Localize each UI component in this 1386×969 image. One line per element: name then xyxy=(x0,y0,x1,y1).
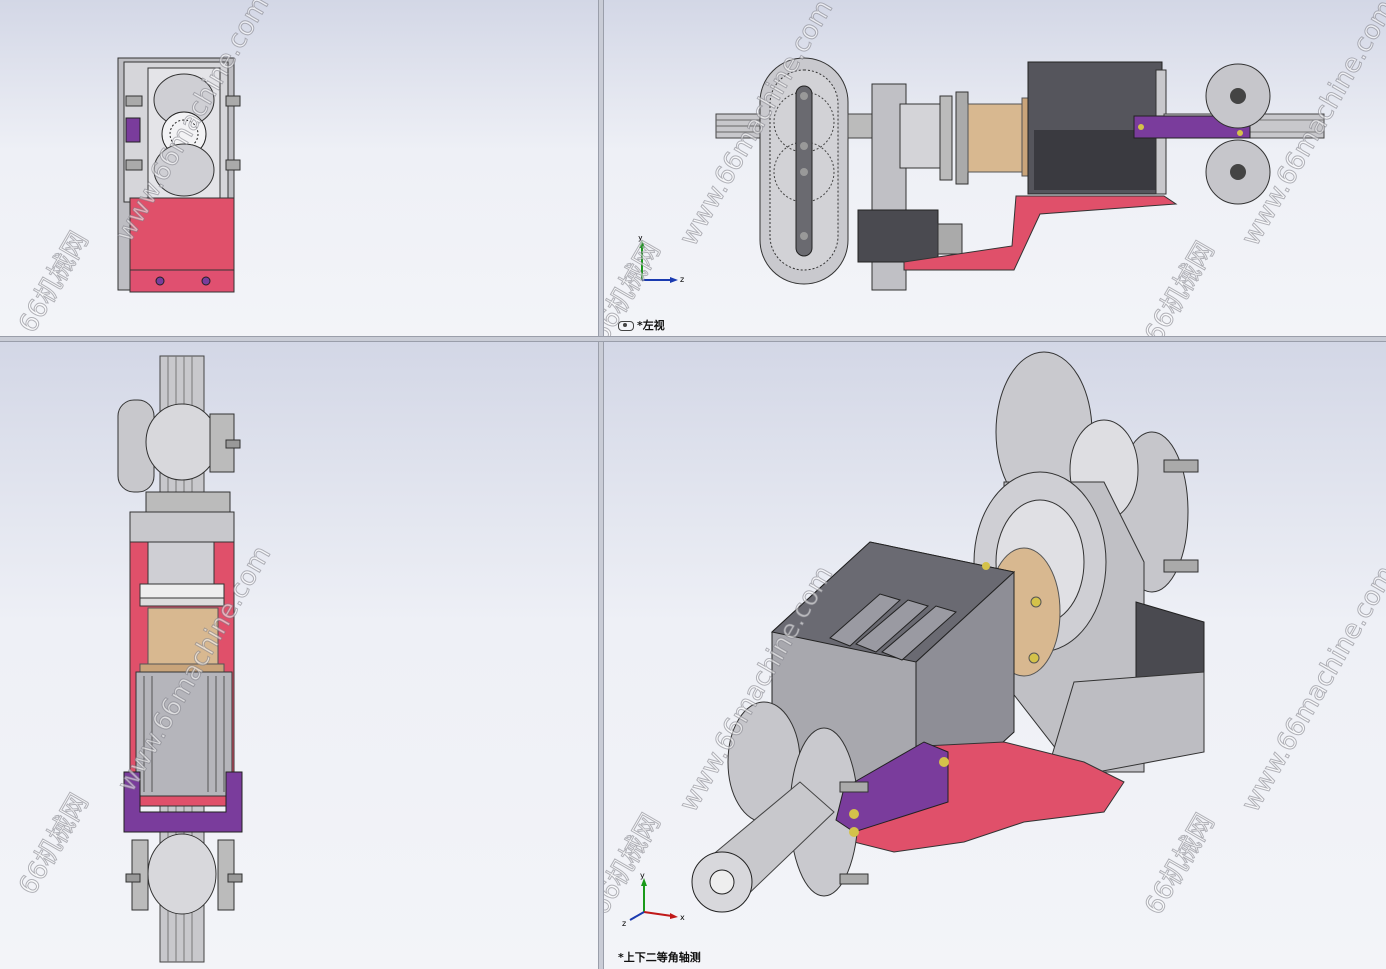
model-left-view xyxy=(715,57,1325,291)
view-name-label: *左视 xyxy=(618,317,665,333)
axis-x-label: x xyxy=(680,913,685,922)
model-front-view xyxy=(117,57,241,293)
viewport-splitter-horizontal[interactable] xyxy=(0,336,1386,342)
viewport-splitter-vertical[interactable] xyxy=(598,0,604,969)
axis-y-label: y xyxy=(640,872,645,880)
axis-y-label: y xyxy=(638,236,643,242)
axis-triad: y z xyxy=(638,236,684,284)
view-link-icon xyxy=(618,321,634,331)
axis-z-label: z xyxy=(622,919,626,928)
model-isometric-view xyxy=(691,351,1205,913)
viewport-top-right[interactable]: y z *左视 66机械网 www.66machine.com 66机械网 ww… xyxy=(604,0,1386,336)
viewport-top-left[interactable]: 66机械网 www.66machine.com xyxy=(0,0,598,336)
viewport-bottom-right[interactable]: y x z *上下二等角轴测 66机械网 www.66machine.com 6… xyxy=(604,342,1386,969)
model-top-view xyxy=(117,355,243,963)
viewport-bottom-left[interactable]: 66机械网 www.66machine.com xyxy=(0,342,598,969)
view-name-label: *上下二等角轴测 xyxy=(618,951,701,964)
axis-z-label: z xyxy=(680,275,684,284)
axis-triad-iso: y x z xyxy=(622,872,685,928)
